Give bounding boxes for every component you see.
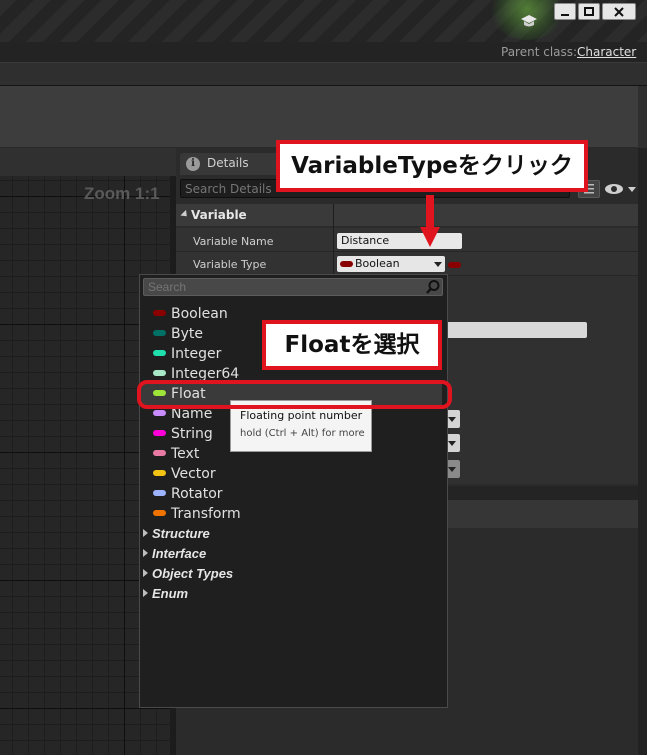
pin-type-icon [153,350,166,356]
type-item-label: Byte [171,326,203,342]
pin-type-icon [153,490,166,496]
pin-type-icon [153,430,166,436]
variable-name-field[interactable]: Distance [337,233,462,249]
expand-triangle-icon [143,589,148,597]
tooltip-field[interactable] [444,322,587,338]
type-search-input[interactable] [143,278,443,296]
category-object-types[interactable]: Object Types [143,564,233,584]
type-item-label: Rotator [171,486,223,502]
header-edge [638,86,647,148]
pin-type-icon [153,370,166,376]
expand-triangle-icon [143,569,148,577]
callout-select-float: Floatを選択 [262,320,442,370]
type-item-text[interactable]: Text [153,444,199,464]
category-interface[interactable]: Interface [143,544,206,564]
parent-class-label: Parent class: [501,45,578,59]
category-label: Enum [152,586,189,601]
variable-section-label: Variable [191,208,247,222]
type-item-label: String [171,426,213,442]
editor-header-area [0,86,647,148]
pin-type-icon [153,310,166,316]
annotation-arrow-head [420,227,440,247]
minimize-button[interactable] [554,3,576,20]
maximize-button[interactable] [578,3,600,20]
type-item-label: Text [171,446,200,462]
callout-click-variable-type: VariableTypeをクリック [276,140,588,192]
chevron-down-icon [448,441,456,446]
pin-type-icon [153,410,166,416]
type-item-label: Vector [171,466,216,482]
type-item-vector[interactable]: Vector [153,464,216,484]
pin-type-icon [153,510,166,516]
minimize-icon [561,13,569,16]
variable-type-combo[interactable]: Boolean [337,256,445,272]
type-item-label: Integer [171,346,222,362]
boolean-pin-icon [340,261,353,267]
tooltip-title: Floating point number [240,409,363,422]
pin-type-icon [153,450,166,456]
container-type-icon[interactable] [448,262,461,268]
expand-triangle-icon [143,549,148,557]
category-label: Object Types [152,566,234,581]
chevron-down-icon [448,467,456,472]
variable-name-label: Variable Name [193,235,274,248]
close-icon [614,6,624,17]
type-item-transform[interactable]: Transform [153,504,241,524]
type-item-label: Boolean [171,306,228,322]
close-button[interactable] [602,3,636,20]
eye-icon[interactable] [604,182,638,196]
category-structure[interactable]: Structure [143,524,210,544]
graduation-cap-icon[interactable] [521,13,537,29]
variable-type-value: Boolean [355,257,400,270]
chevron-down-icon [434,262,442,267]
type-item-integer[interactable]: Integer [153,344,221,364]
annotation-arrow-shaft [426,195,434,231]
type-item-boolean[interactable]: Boolean [153,304,228,324]
tooltip-hint: hold (Ctrl + Alt) for more [240,428,365,439]
parent-class-bar: Parent class: Character [0,42,647,62]
parent-class-link[interactable]: Character [577,42,636,62]
category-label: Structure [152,526,210,541]
type-item-string[interactable]: String [153,424,213,444]
float-highlight-ring [137,380,452,409]
maximize-icon [584,6,594,16]
search-icon [426,280,440,294]
pin-type-icon [153,470,166,476]
category-label: Interface [152,546,207,561]
default-value-header [444,500,638,528]
zoom-label: Zoom 1:1 [84,184,160,203]
category-enum[interactable]: Enum [143,584,188,604]
graph-tab-strip [0,148,176,176]
type-item-byte[interactable]: Byte [153,324,203,344]
chevron-down-icon [448,417,456,422]
details-scrollbar[interactable] [638,148,647,755]
details-tab-label: Details [207,156,249,170]
pin-type-icon [153,330,166,336]
expand-triangle-icon [143,529,148,537]
variable-type-label: Variable Type [193,258,267,271]
type-item-label: Transform [171,506,241,522]
type-item-rotator[interactable]: Rotator [153,484,223,504]
toolbar [0,62,647,86]
info-icon: i [186,157,200,171]
